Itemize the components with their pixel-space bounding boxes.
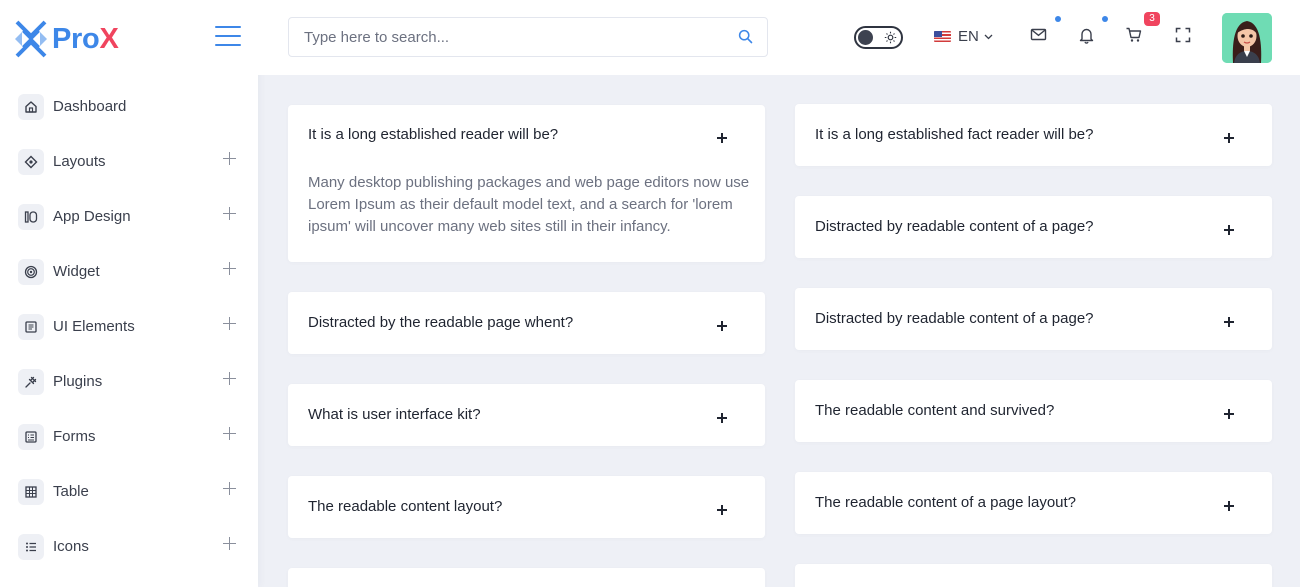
us-flag-icon (934, 31, 951, 42)
brand-name: ProX (52, 22, 119, 55)
faq-card[interactable] (795, 564, 1272, 587)
faq-question: The readable content of a page layout? (815, 494, 1077, 511)
avatar-illustration (1222, 13, 1272, 63)
sidebar-item-label: Widget (53, 263, 100, 280)
theme-toggle[interactable] (854, 26, 903, 49)
faq-card[interactable]: The readable content of a page layout? (795, 472, 1272, 534)
sidebar: ProX Dashboard Layouts App Design Widget… (0, 0, 258, 587)
expand-plus-icon[interactable] (223, 427, 237, 441)
home-icon (18, 93, 44, 120)
expand-plus-icon[interactable] (223, 152, 237, 166)
user-avatar[interactable] (1222, 13, 1272, 63)
sun-icon (884, 31, 897, 44)
expand-plus-icon[interactable] (223, 537, 237, 551)
plus-icon[interactable] (1224, 317, 1234, 327)
expand-plus-icon[interactable] (223, 262, 237, 276)
sidebar-menu: Dashboard Layouts App Design Widget UI E… (0, 79, 258, 574)
faq-card[interactable]: The readable content and survived? (795, 380, 1272, 442)
sidebar-item-label: Icons (53, 538, 89, 555)
faq-card[interactable]: It is a long established fact reader wil… (795, 104, 1272, 166)
language-code: EN (958, 28, 979, 45)
plus-icon[interactable] (1224, 501, 1234, 511)
faq-question: The readable content layout? (308, 498, 503, 515)
sidebar-item-label: Dashboard (53, 98, 127, 115)
chevron-down-icon (984, 34, 993, 39)
brand-logo[interactable]: ProX (13, 14, 119, 64)
sidebar-item-label: App Design (53, 208, 131, 225)
sidebar-item-label: Table (53, 483, 89, 500)
list-icon (18, 533, 44, 560)
search-input[interactable] (289, 18, 709, 56)
faq-answer: Many desktop publishing packages and web… (308, 174, 750, 235)
plus-icon[interactable] (1224, 409, 1234, 419)
sidebar-item-label: Plugins (53, 373, 103, 390)
faq-card[interactable]: It is a long established reader will be?… (288, 105, 765, 262)
menu-toggle-button[interactable] (215, 26, 241, 48)
faq-card[interactable]: Distracted by the readable page whent? (288, 292, 765, 354)
plus-icon[interactable] (717, 413, 727, 423)
layout-icon (18, 148, 44, 175)
faq-question: The readable content and survived? (815, 402, 1055, 419)
sidebar-item-table[interactable]: Table (0, 464, 258, 519)
sidebar-item-plugins[interactable]: Plugins (0, 354, 258, 409)
ui-elements-icon (18, 313, 44, 340)
mail-button[interactable] (1030, 27, 1047, 47)
expand-plus-icon[interactable] (223, 372, 237, 386)
bell-notification-dot (1102, 16, 1108, 22)
plus-icon[interactable] (717, 321, 727, 331)
faq-question: Distracted by readable content of a page… (815, 218, 1094, 235)
plus-icon[interactable] (717, 505, 727, 515)
plus-icon[interactable] (1224, 225, 1234, 235)
mail-notification-dot (1055, 16, 1061, 22)
forms-icon (18, 423, 44, 450)
sidebar-item-ui-elements[interactable]: UI Elements (0, 299, 258, 354)
faq-card[interactable]: Distracted by readable content of a page… (795, 288, 1272, 350)
cart-button[interactable] (1125, 26, 1143, 49)
expand-plus-icon[interactable] (223, 317, 237, 331)
faq-question: Distracted by the readable page whent? (308, 314, 574, 331)
sidebar-item-widget[interactable]: Widget (0, 244, 258, 299)
expand-plus-icon[interactable] (223, 207, 237, 221)
expand-plus-icon[interactable] (223, 482, 237, 496)
faq-question: Distracted by readable content of a page… (815, 310, 1094, 327)
widget-icon (18, 258, 44, 285)
fullscreen-button[interactable] (1175, 27, 1191, 48)
sidebar-item-label: Layouts (53, 153, 106, 170)
faq-question: It is a long established reader will be? (308, 126, 559, 143)
faq-card[interactable]: What is user interface kit? (288, 384, 765, 446)
toggle-knob (858, 30, 873, 45)
top-navbar: EN 3 (258, 0, 1300, 75)
cart-icon (1126, 27, 1142, 42)
sidebar-item-label: UI Elements (53, 318, 135, 335)
notifications-button[interactable] (1078, 26, 1095, 49)
faq-card[interactable] (288, 568, 765, 587)
search-icon[interactable] (738, 29, 753, 44)
sidebar-item-icons[interactable]: Icons (0, 519, 258, 574)
table-icon (18, 478, 44, 505)
faq-question: What is user interface kit? (308, 406, 481, 423)
sidebar-item-forms[interactable]: Forms (0, 409, 258, 464)
sidebar-item-label: Forms (53, 428, 96, 445)
sidebar-item-layouts[interactable]: Layouts (0, 134, 258, 189)
app-design-icon (18, 203, 44, 230)
faq-card[interactable]: Distracted by readable content of a page… (795, 196, 1272, 258)
plus-icon[interactable] (1224, 133, 1234, 143)
fullscreen-icon (1175, 27, 1191, 43)
cart-count-badge: 3 (1144, 12, 1160, 26)
search-box (288, 17, 768, 57)
bell-icon (1079, 28, 1094, 44)
faq-question: It is a long established fact reader wil… (815, 126, 1094, 143)
plus-icon[interactable] (717, 133, 727, 143)
faq-card[interactable]: The readable content layout? (288, 476, 765, 538)
sidebar-item-app-design[interactable]: App Design (0, 189, 258, 244)
language-selector[interactable]: EN (934, 28, 993, 45)
sidebar-item-dashboard[interactable]: Dashboard (0, 79, 258, 134)
prox-logo-icon (15, 20, 47, 58)
mail-icon (1030, 28, 1047, 41)
plugin-icon (18, 368, 44, 395)
